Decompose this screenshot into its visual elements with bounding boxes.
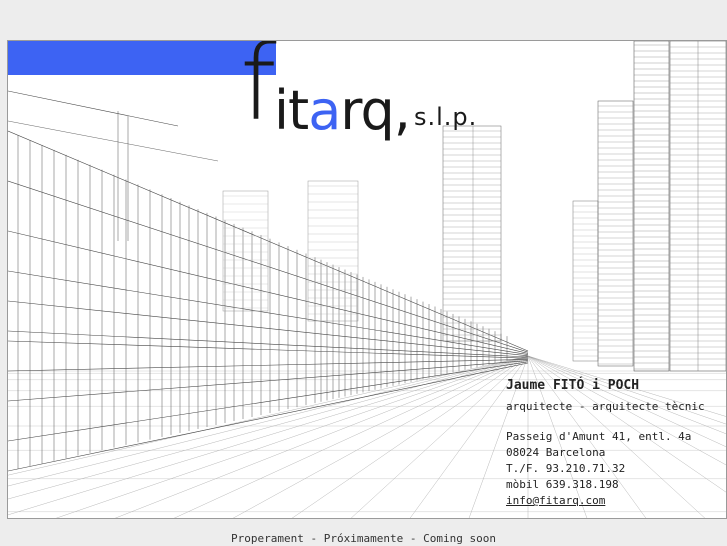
logo-wordmark: itarq,: [274, 79, 411, 142]
logo-letter-f: f: [240, 40, 277, 144]
contact-name: Jaume FITÓ i POCH: [506, 378, 640, 393]
sketch-building: [572, 200, 599, 362]
sketch-line: [8, 359, 529, 372]
logo-suffix: s.l.p.: [414, 103, 478, 131]
sketch-line: [8, 355, 529, 487]
sketch-line: [8, 360, 529, 402]
sketch-line: [8, 340, 529, 359]
coming-soon-text: Properament - Próximamente - Coming soon: [231, 532, 496, 545]
sketch-line: [8, 120, 219, 162]
contact-email-link[interactable]: info@fitarq.com: [506, 494, 605, 507]
sketch-building: [633, 41, 670, 372]
contact-block: Jaume FITÓ i POCH arquitecte - arquitect…: [506, 377, 726, 509]
logo-word-accent: a: [308, 79, 341, 142]
sketch-building: [442, 125, 502, 342]
contact-address-street: Passeig d'Amunt 41, entl. 4a: [506, 430, 692, 443]
content-panel: f itarq, s.l.p. Jaume FITÓ i POCH arquit…: [7, 40, 727, 519]
sketch-building: [597, 100, 634, 367]
sketch-line: [8, 355, 529, 500]
sketch-line: [8, 362, 529, 472]
brand-color-bar: [8, 41, 276, 75]
sketch-line: [174, 355, 529, 518]
sketch-line: [8, 90, 179, 127]
contact-role: arquitecte - arquitecte tècnic: [506, 400, 705, 413]
logo-word-start: it: [274, 79, 309, 142]
logo-word-end: rq,: [340, 79, 411, 142]
contact-phone: T./F. 93.210.71.32: [506, 462, 626, 475]
contact-address-city: 08024 Barcelona: [506, 446, 606, 459]
sketch-line: [8, 361, 529, 442]
sketch-line: [8, 355, 529, 516]
sketch-line: [8, 355, 529, 476]
contact-mobile: mòbil 639.318.198: [506, 478, 619, 491]
